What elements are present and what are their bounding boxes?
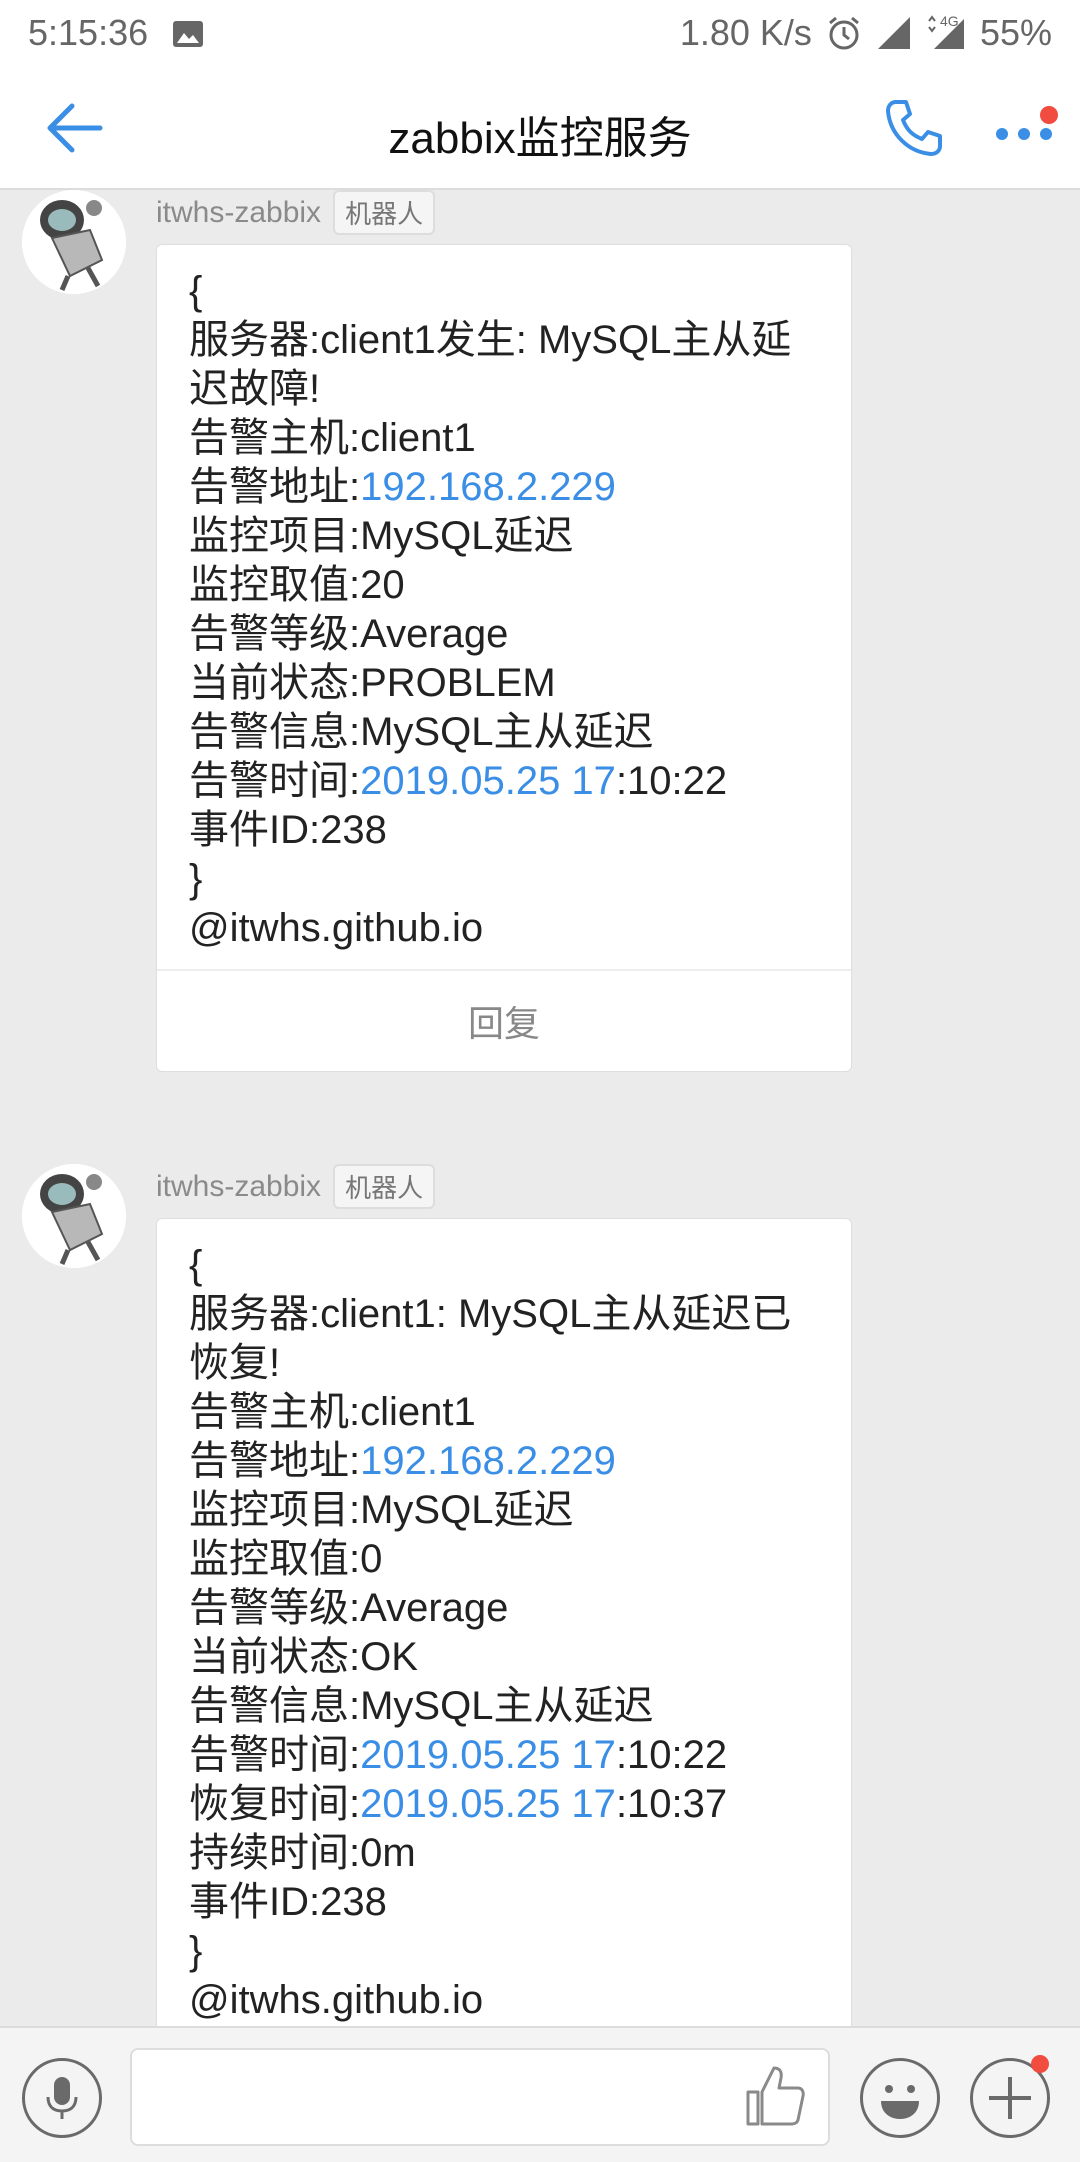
message-line: 告警主机:client1 (189, 1390, 476, 1434)
message-line: { (189, 269, 203, 313)
robot-badge: 机器人 (333, 190, 436, 235)
reply-button[interactable]: 回复 (157, 969, 851, 1071)
message-line: 当前状态:OK (189, 1635, 418, 1679)
message-line: 告警主机:client1 (189, 416, 476, 460)
plus-button[interactable] (970, 2055, 1050, 2138)
sender-name: itwhs-zabbix (156, 195, 322, 229)
line-label: 告警时间: (189, 759, 361, 803)
sender-row: itwhs-zabbix 机器人 (156, 1164, 436, 1209)
microphone-icon (46, 2077, 78, 2119)
status-time: 5:15:36 (28, 12, 149, 53)
thumbs-up-icon[interactable] (742, 2062, 808, 2128)
notification-dot (1040, 106, 1058, 124)
message-line: 事件ID:238 (189, 1880, 387, 1924)
date-link[interactable]: 2019.05.25 17 (360, 1782, 616, 1826)
phone-icon[interactable] (882, 96, 946, 160)
input-bar (0, 2026, 1080, 2162)
message-line: 事件ID:238 (189, 808, 387, 852)
message-line: 告警时间:2019.05.25 17:10:22 (189, 757, 819, 806)
message-line: } (189, 1929, 203, 1973)
message-line: 告警等级:Average (189, 612, 509, 656)
message-line: 监控取值:20 (189, 563, 405, 607)
message-line: 告警时间:2019.05.25 17:10:22 (189, 1731, 819, 1780)
message-line: 恢复时间:2019.05.25 17:10:37 (189, 1780, 819, 1829)
message-line: 告警等级:Average (189, 1586, 509, 1630)
sender-name: itwhs-zabbix (156, 1169, 322, 1203)
voice-button[interactable] (22, 2058, 102, 2138)
robot-badge: 机器人 (333, 1164, 436, 1209)
chat-header: zabbix监控服务 (0, 66, 1080, 190)
network-speed: 1.80 K/s (679, 12, 812, 53)
more-button[interactable] (992, 106, 1062, 156)
network-type: 4G (939, 13, 959, 29)
image-notification-icon (173, 21, 203, 47)
message-line: 监控取值:0 (189, 1537, 383, 1581)
signal-icon (877, 17, 910, 49)
message-line: 告警地址:192.168.2.229 (189, 1437, 819, 1486)
network-4g: 4G (926, 13, 966, 51)
line-suffix: :10:22 (615, 759, 728, 803)
avatar[interactable] (22, 190, 126, 294)
message-line: 监控项目:MySQL延迟 (189, 1488, 574, 1532)
emoji-button[interactable] (860, 2058, 940, 2138)
line-label: 恢复时间: (189, 1782, 361, 1826)
battery-percent: 55% (979, 12, 1052, 53)
line-suffix: :10:22 (615, 1733, 728, 1777)
status-bar: 5:15:36 1.80 K/s 4G 55% (0, 0, 1080, 66)
notification-dot (1031, 2055, 1049, 2073)
message-line: 持续时间:0m (189, 1831, 416, 1875)
ip-link[interactable]: 192.168.2.229 (360, 1439, 616, 1483)
message-line: 服务器:client1: MySQL主从延迟已恢复! (189, 1292, 792, 1385)
message-line: 当前状态:PROBLEM (189, 661, 556, 705)
message-content: { 服务器:client1: MySQL主从延迟已恢复! 告警主机:client… (157, 1219, 851, 2025)
message-input[interactable] (130, 2048, 830, 2146)
message-bubble[interactable]: { 服务器:client1发生: MySQL主从延迟故障! 告警主机:clien… (156, 244, 852, 1072)
avatar[interactable] (22, 1164, 126, 1268)
message-line: { (189, 1243, 203, 1287)
line-label: 告警地址: (189, 465, 361, 509)
line-label: 告警地址: (189, 1439, 361, 1483)
line-suffix: :10:37 (615, 1782, 728, 1826)
message-line: 告警信息:MySQL主从延迟 (189, 1684, 654, 1728)
message-line: @itwhs.github.io (189, 1978, 484, 2022)
status-right: 1.80 K/s 4G 55% (680, 12, 1052, 54)
robot-avatar-icon (22, 190, 126, 294)
message-line: @itwhs.github.io (189, 906, 484, 950)
message-line: 监控项目:MySQL延迟 (189, 514, 574, 558)
message-line: } (189, 857, 203, 901)
date-link[interactable]: 2019.05.25 17 (360, 1733, 616, 1777)
sender-row: itwhs-zabbix 机器人 (156, 190, 436, 235)
message-line: 告警地址:192.168.2.229 (189, 463, 819, 512)
message-line: 告警信息:MySQL主从延迟 (189, 710, 654, 754)
date-link[interactable]: 2019.05.25 17 (360, 759, 616, 803)
robot-avatar-icon (22, 1164, 126, 1268)
alarm-icon (828, 16, 859, 50)
line-label: 告警时间: (189, 1733, 361, 1777)
ip-link[interactable]: 192.168.2.229 (360, 465, 616, 509)
message-content: { 服务器:client1发生: MySQL主从延迟故障! 告警主机:clien… (157, 245, 851, 953)
message-bubble[interactable]: { 服务器:client1: MySQL主从延迟已恢复! 告警主机:client… (156, 1218, 852, 2080)
smiley-icon (881, 2085, 919, 2119)
message-line: 服务器:client1发生: MySQL主从延迟故障! (189, 318, 792, 411)
